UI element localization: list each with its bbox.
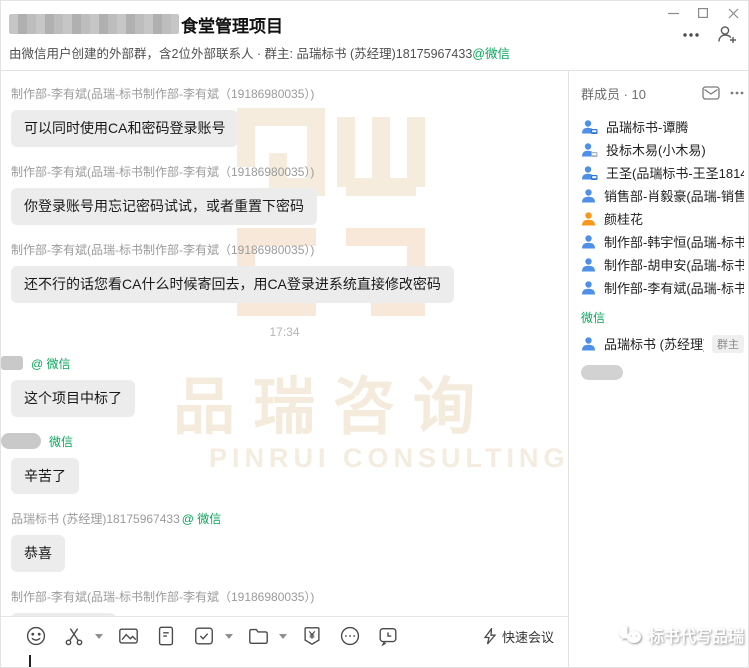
more-tools-icon[interactable] (337, 623, 363, 649)
chat-header: 食堂管理项目 由微信用户创建的外部群，含2位外部联系人 · 群主: 品瑞标书 (… (1, 1, 748, 71)
member-icon-desktop (581, 119, 598, 135)
member-icon (581, 234, 596, 250)
member-icon-orange (581, 211, 596, 227)
message: @ 微信 这个项目中标了 (11, 355, 558, 417)
message-bubble[interactable]: 这个项目中标了 (11, 380, 135, 417)
maximize-button[interactable] (688, 1, 718, 25)
member-row[interactable]: 制作部-胡申安(品瑞-标书... (581, 253, 748, 276)
redacted-sender-name (1, 356, 23, 370)
member-icon-desktop (581, 165, 598, 181)
message: 制作部-李有斌(品瑞-标书制作部-李有斌（19186980035）) 还不行的话… (11, 241, 558, 303)
file-icon[interactable] (153, 623, 179, 649)
chat-history-icon[interactable] (375, 623, 401, 649)
more-menu-icon[interactable] (682, 32, 700, 38)
redacted-group-name (9, 14, 179, 34)
message-bubble[interactable]: 辛苦了 (11, 458, 79, 495)
message-sender: 微信 (11, 433, 558, 450)
message: 微信 辛苦了 (11, 433, 558, 495)
screenshot-scissors-icon[interactable] (61, 623, 87, 649)
member-list: 品瑞标书-谭腾 投标木易(小木易) 王圣(品瑞标书-王圣18142... (581, 115, 748, 385)
group-title: 食堂管理项目 (181, 12, 283, 37)
member-icon (581, 336, 596, 352)
timestamp: 17:34 (11, 325, 558, 339)
subtitle-wechat-tag: @微信 (472, 47, 510, 61)
group-subtitle: 由微信用户创建的外部群，含2位外部联系人 · 群主: 品瑞标书 (苏经理)181… (9, 43, 736, 62)
add-member-icon[interactable] (716, 25, 738, 44)
message: 品瑞标书 (苏经理)18175967433 @ 微信 恭喜 (11, 510, 558, 572)
message-list: 制作部-李有斌(品瑞-标书制作部-李有斌（19186980035）) 可以同时使… (1, 71, 568, 616)
message-sender: 制作部-李有斌(品瑞-标书制作部-李有斌（19186980035）) (11, 241, 558, 258)
image-icon[interactable] (115, 623, 141, 649)
quick-meeting-label: 快速会议 (502, 627, 554, 646)
quick-meeting-button[interactable]: 快速会议 (483, 627, 554, 646)
member-row[interactable]: 制作部-韩宇恒(品瑞-标书... (581, 230, 748, 253)
message-composer[interactable]: 快速会议 (1, 616, 568, 667)
wechat-logo-icon (618, 625, 642, 645)
message-sender: 品瑞标书 (苏经理)18175967433 @ 微信 (11, 510, 558, 527)
schedule-icon[interactable] (191, 623, 217, 649)
folder-icon[interactable] (245, 623, 271, 649)
member-icon (581, 257, 596, 273)
lightning-icon (483, 628, 497, 645)
member-icon-desktop (581, 142, 598, 158)
emoji-icon[interactable] (23, 623, 49, 649)
member-row[interactable]: 品瑞标书-谭腾 (581, 115, 748, 138)
message-bubble[interactable]: 你登录账号用忘记密码试试，或者重置下密码 (11, 188, 317, 225)
sidebar-more-icon[interactable] (730, 91, 744, 95)
wechat-window: 食堂管理项目 由微信用户创建的外部群，含2位外部联系人 · 群主: 品瑞标书 (… (0, 0, 749, 668)
message-bubble[interactable]: 可以同时使用CA和密码登录账号 (11, 110, 238, 147)
window-controls (658, 1, 748, 25)
member-row[interactable]: 制作部-李有斌(品瑞-标书... (581, 276, 748, 299)
payment-icon[interactable] (299, 623, 325, 649)
schedule-dropdown-caret[interactable] (225, 634, 233, 639)
redacted-sender-name (1, 433, 41, 449)
member-sidebar: 群成员 · 10 (568, 71, 748, 667)
message: 制作部-李有斌(品瑞-标书制作部-李有斌（19186980035）) 你登录账号… (11, 163, 558, 225)
minimize-button[interactable] (658, 1, 688, 25)
message-sender: @ 微信 (11, 355, 558, 372)
message-bubble[interactable]: 恭喜 (11, 535, 65, 572)
sender-wechat-tag: @ 微信 (182, 510, 222, 527)
close-button[interactable] (718, 1, 748, 25)
sidebar-watermark-text: 标书代写品瑞 (648, 623, 744, 647)
folder-dropdown-caret[interactable] (279, 634, 287, 639)
member-row[interactable]: 销售部-肖毅豪(品瑞-销售... (581, 184, 748, 207)
chat-area: 品瑞咨询 PINRUI CONSULTING 制作部-李有斌(品瑞-标书制作部-… (1, 71, 568, 667)
screenshot-dropdown-caret[interactable] (95, 634, 103, 639)
message: 制作部-李有斌(品瑞-标书制作部-李有斌（19186980035）) 可以同时使… (11, 85, 558, 147)
member-row[interactable]: 颜桂花 (581, 207, 748, 230)
composer-toolbar: 快速会议 (1, 617, 568, 655)
sender-wechat-tag: @ 微信 (31, 355, 71, 372)
sidebar-watermark: 标书代写品瑞 (618, 623, 744, 647)
message-sender: 制作部-李有斌(品瑞-标书制作部-李有斌（19186980035）) (11, 588, 558, 605)
owner-badge: 群主 (712, 335, 744, 353)
message-bubble[interactable]: 还不行的话您看CA什么时候寄回去，用CA登录进系统直接修改密码 (11, 266, 454, 303)
member-row-owner[interactable]: 品瑞标书 (苏经理)1... 群主 (581, 332, 748, 355)
sender-wechat-tag: 微信 (49, 433, 73, 450)
message-sender: 制作部-李有斌(品瑞-标书制作部-李有斌（19186980035）) (11, 85, 558, 102)
message: 制作部-李有斌(品瑞-标书制作部-李有斌（19186980035）) 恭喜中标 (11, 588, 558, 616)
message-sender: 制作部-李有斌(品瑞-标书制作部-李有斌（19186980035）) (11, 163, 558, 180)
member-icon (581, 188, 596, 204)
wechat-section-label: 微信 (581, 309, 748, 326)
member-row[interactable]: 王圣(品瑞标书-王圣18142... (581, 161, 748, 184)
text-input-caret (29, 655, 31, 667)
redacted-member-name (581, 365, 623, 380)
mail-icon[interactable] (702, 86, 720, 100)
member-icon (581, 280, 596, 296)
subtitle-text: 由微信用户创建的外部群，含2位外部联系人 · 群主: 品瑞标书 (苏经理)181… (9, 47, 472, 61)
member-row[interactable]: 投标木易(小木易) (581, 138, 748, 161)
member-count-label: 群成员 · 10 (581, 84, 646, 103)
